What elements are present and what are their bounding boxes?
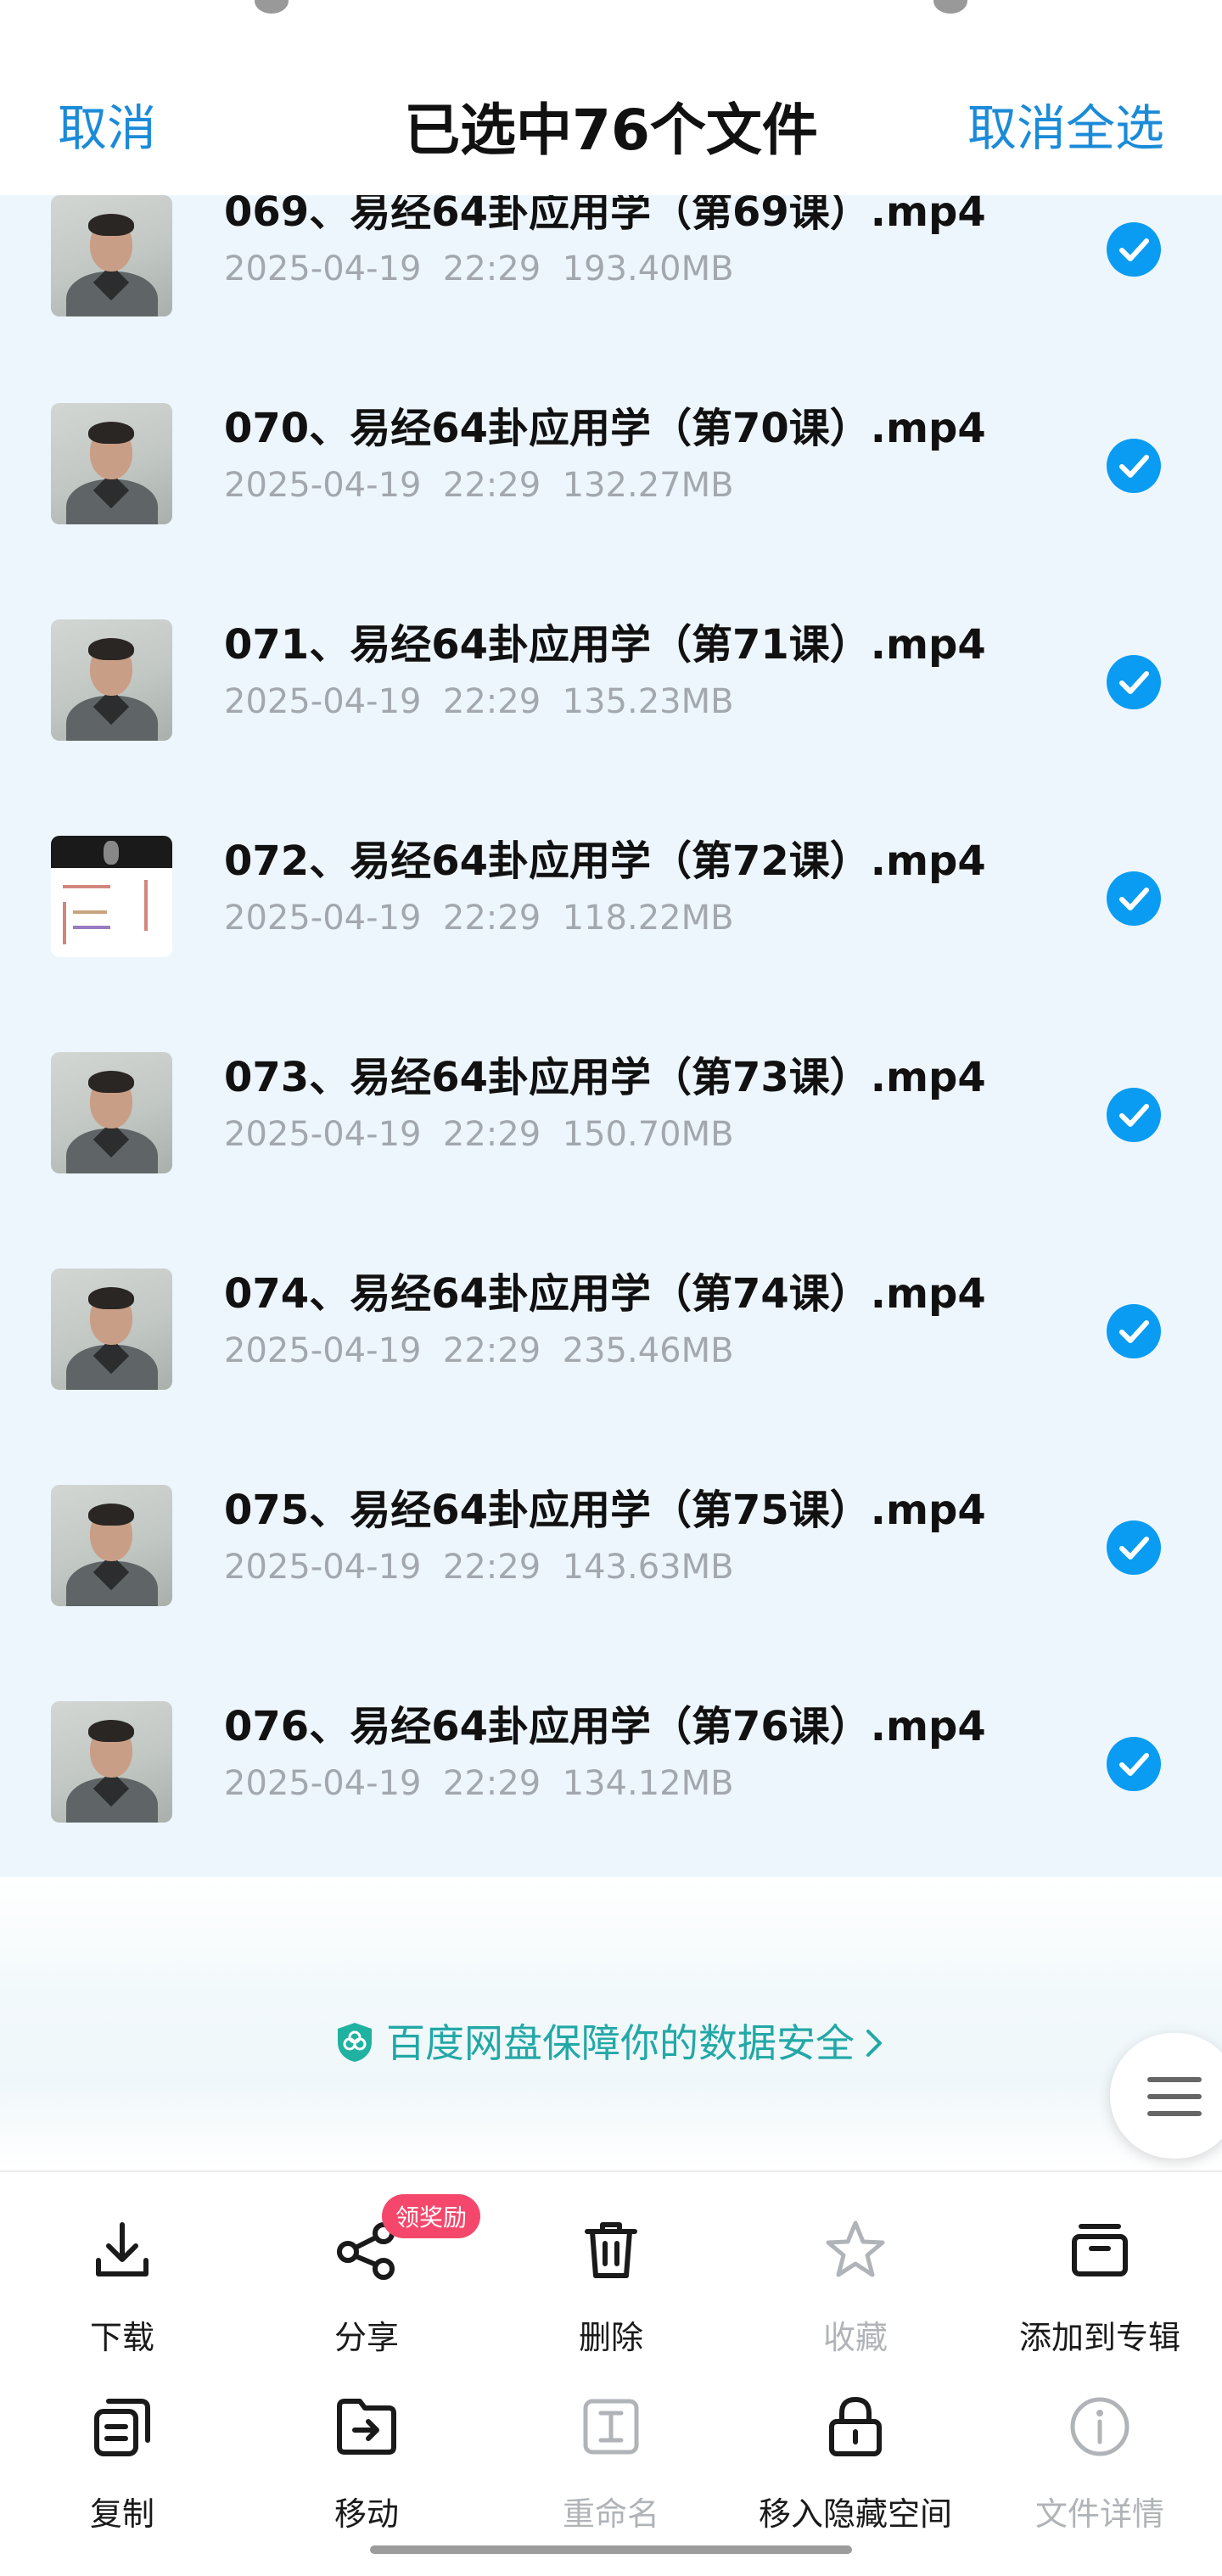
file-row[interactable]: 074、易经64卦应用学（第74课）.mp4 2025-04-19 22:29 … <box>0 1243 1222 1459</box>
file-meta: 2025-04-19 22:29 132.27MB <box>224 466 734 505</box>
file-row[interactable]: 070、易经64卦应用学（第70课）.mp4 2025-04-19 22:29 … <box>0 378 1222 594</box>
toolbar-label: 添加到专辑 <box>1018 2319 1180 2356</box>
file-size: 132.27MB <box>562 466 734 505</box>
copy-icon <box>94 2399 150 2456</box>
file-meta: 2025-04-19 22:29 134.12MB <box>224 1764 734 1803</box>
checked-icon[interactable] <box>1107 655 1161 709</box>
video-thumbnail <box>51 1485 172 1606</box>
file-time: 22:29 <box>442 466 541 505</box>
status-icon <box>933 0 967 14</box>
toolbar-label: 下载 <box>89 2319 154 2356</box>
toolbar-label: 重命名 <box>562 2495 659 2533</box>
album-icon <box>1072 2224 1128 2276</box>
toolbar-label: 收藏 <box>822 2319 888 2356</box>
file-name: 070、易经64卦应用学（第70课）.mp4 <box>224 405 986 452</box>
file-meta: 2025-04-19 22:29 150.70MB <box>224 1115 734 1154</box>
file-size: 135.23MB <box>562 682 734 721</box>
security-text: 百度网盘保障你的数据安全 <box>386 2020 855 2066</box>
file-row[interactable]: 071、易经64卦应用学（第71课）.mp4 2025-04-19 22:29 … <box>0 594 1222 810</box>
file-time: 22:29 <box>442 682 541 721</box>
toolbar-label: 删除 <box>578 2319 643 2356</box>
chevron-right-icon <box>866 2030 882 2057</box>
video-thumbnail <box>51 836 172 957</box>
floating-menu-button[interactable] <box>1110 2033 1222 2159</box>
file-name: 074、易经64卦应用学（第74课）.mp4 <box>224 1270 986 1318</box>
security-banner: 百度网盘保障你的数据安全 <box>0 1877 1222 2170</box>
file-time: 22:29 <box>442 1331 541 1370</box>
video-thumbnail <box>51 619 172 741</box>
checked-icon[interactable] <box>1107 1088 1161 1142</box>
file-date: 2025-04-19 <box>224 682 422 721</box>
checked-icon[interactable] <box>1107 1520 1161 1575</box>
file-name: 075、易经64卦应用学（第75课）.mp4 <box>224 1487 986 1534</box>
file-time: 22:29 <box>442 249 541 288</box>
file-meta: 2025-04-19 22:29 135.23MB <box>224 682 734 721</box>
file-time: 22:29 <box>442 1764 541 1803</box>
bottom-toolbar: 下载 领奖励 分享 删除 收藏 添加到专辑 复制 移动 重命名 移入隐藏空间 文… <box>0 2170 1222 2576</box>
checked-icon[interactable] <box>1107 871 1161 926</box>
file-date: 2025-04-19 <box>224 466 422 505</box>
checked-icon[interactable] <box>1107 1737 1161 1791</box>
file-time: 22:29 <box>442 899 541 938</box>
toolbar-label: 复制 <box>89 2495 154 2533</box>
file-size: 193.40MB <box>562 249 734 288</box>
home-indicator[interactable] <box>370 2545 852 2554</box>
video-thumbnail <box>51 195 172 316</box>
star-icon <box>826 2220 885 2277</box>
file-time: 22:29 <box>442 1115 541 1154</box>
reward-badge: 领奖励 <box>382 2194 481 2238</box>
file-date: 2025-04-19 <box>224 1331 422 1370</box>
file-date: 2025-04-19 <box>224 1115 422 1154</box>
menu-icon <box>1147 2077 1202 2082</box>
file-meta: 2025-04-19 22:29 118.22MB <box>224 899 734 938</box>
security-link[interactable]: 百度网盘保障你的数据安全 <box>0 2013 1222 2069</box>
shield-icon <box>338 2023 372 2062</box>
cancel-select-all-button[interactable]: 取消全选 <box>967 88 1164 160</box>
rename-icon <box>583 2399 639 2455</box>
file-meta: 2025-04-19 22:29 235.46MB <box>224 1331 734 1370</box>
toolbar-label: 移入隐藏空间 <box>758 2495 952 2533</box>
checked-icon[interactable] <box>1107 439 1161 493</box>
file-date: 2025-04-19 <box>224 249 422 288</box>
video-thumbnail <box>51 1268 172 1390</box>
file-meta: 2025-04-19 22:29 143.63MB <box>224 1548 734 1587</box>
file-row[interactable]: 076、易经64卦应用学（第76课）.mp4 2025-04-19 22:29 … <box>0 1676 1222 1877</box>
info-icon <box>1070 2397 1130 2456</box>
file-row[interactable]: 069、易经64卦应用学（第69课）.mp4 2025-04-19 22:29 … <box>0 195 1222 378</box>
file-row[interactable]: 072、易经64卦应用学（第72课）.mp4 2025-04-19 22:29 … <box>0 810 1222 1027</box>
file-name: 076、易经64卦应用学（第76课）.mp4 <box>224 1703 986 1750</box>
checked-icon[interactable] <box>1107 1304 1161 1358</box>
file-size: 134.12MB <box>562 1764 734 1803</box>
trash-icon <box>585 2222 637 2278</box>
toolbar-label: 移动 <box>334 2495 399 2533</box>
checked-icon[interactable] <box>1107 222 1161 277</box>
video-thumbnail <box>51 1052 172 1173</box>
video-thumbnail <box>51 1701 172 1823</box>
status-icon <box>255 0 289 14</box>
file-name: 072、易经64卦应用学（第72课）.mp4 <box>224 837 986 885</box>
file-date: 2025-04-19 <box>224 1548 422 1587</box>
download-icon <box>96 2222 149 2276</box>
file-name: 069、易经64卦应用学（第69课）.mp4 <box>224 195 986 236</box>
selection-header: 取消 已选中76个文件 取消全选 <box>0 20 1222 195</box>
file-meta: 2025-04-19 22:29 193.40MB <box>224 249 734 288</box>
status-bar <box>0 0 1222 20</box>
file-size: 118.22MB <box>562 899 734 938</box>
file-size: 235.46MB <box>562 1331 734 1370</box>
file-size: 150.70MB <box>562 1115 734 1154</box>
file-date: 2025-04-19 <box>224 1764 422 1803</box>
file-size: 143.63MB <box>562 1548 734 1587</box>
file-row[interactable]: 075、易经64卦应用学（第75课）.mp4 2025-04-19 22:29 … <box>0 1459 1222 1676</box>
toolbar-label: 分享 <box>334 2319 399 2356</box>
file-date: 2025-04-19 <box>224 899 422 938</box>
file-name: 071、易经64卦应用学（第71课）.mp4 <box>224 621 986 669</box>
file-row[interactable]: 073、易经64卦应用学（第73课）.mp4 2025-04-19 22:29 … <box>0 1027 1222 1243</box>
lock-icon <box>829 2396 882 2456</box>
video-thumbnail <box>51 403 172 524</box>
file-list: 069、易经64卦应用学（第69课）.mp4 2025-04-19 22:29 … <box>0 195 1222 1877</box>
toolbar-label: 文件详情 <box>1034 2495 1164 2533</box>
file-name: 073、易经64卦应用学（第73课）.mp4 <box>224 1054 986 1101</box>
file-time: 22:29 <box>442 1548 541 1587</box>
move-folder-icon <box>337 2399 396 2455</box>
